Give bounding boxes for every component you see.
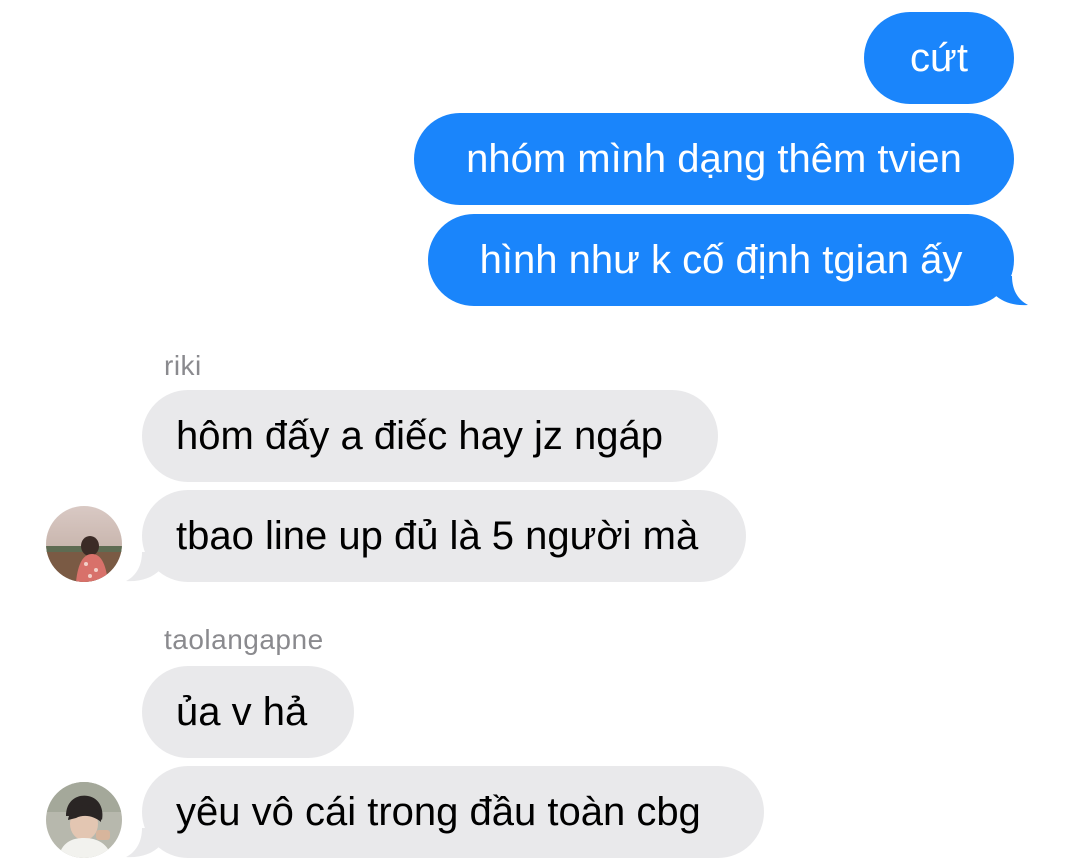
incoming-message-bubble[interactable]: ủa v hả [142, 666, 354, 758]
outgoing-message-bubble[interactable]: hình như k cố định tgian ấy [428, 214, 1014, 306]
outgoing-bubble-tail [990, 276, 1028, 306]
incoming-message-bubble[interactable]: tbao line up đủ là 5 người mà [142, 490, 746, 582]
outgoing-message-bubble[interactable]: nhóm mình dạng thêm tvien [414, 113, 1014, 205]
sender-name: taolangapne [164, 624, 324, 655]
avatar-photo [46, 506, 122, 582]
incoming-bubble-tail [126, 552, 164, 582]
avatar[interactable] [46, 506, 122, 582]
message-text: yêu vô cái trong đầu toàn cbg [176, 790, 701, 834]
message-text: cứt [910, 36, 968, 80]
avatar-photo [46, 782, 122, 858]
message-text: tbao line up đủ là 5 người mà [176, 514, 699, 558]
avatar[interactable] [46, 782, 122, 858]
outgoing-message-bubble[interactable]: cứt [864, 12, 1014, 104]
message-text: hôm đấy a điếc hay jz ngáp [176, 414, 663, 458]
incoming-bubble-tail [126, 828, 164, 858]
message-text: ủa v hả [176, 690, 308, 734]
incoming-message-bubble[interactable]: hôm đấy a điếc hay jz ngáp [142, 390, 718, 482]
message-text: nhóm mình dạng thêm tvien [466, 137, 962, 181]
incoming-message-bubble[interactable]: yêu vô cái trong đầu toàn cbg [142, 766, 764, 858]
message-text: hình như k cố định tgian ấy [479, 238, 963, 282]
sender-name: riki [164, 350, 202, 381]
